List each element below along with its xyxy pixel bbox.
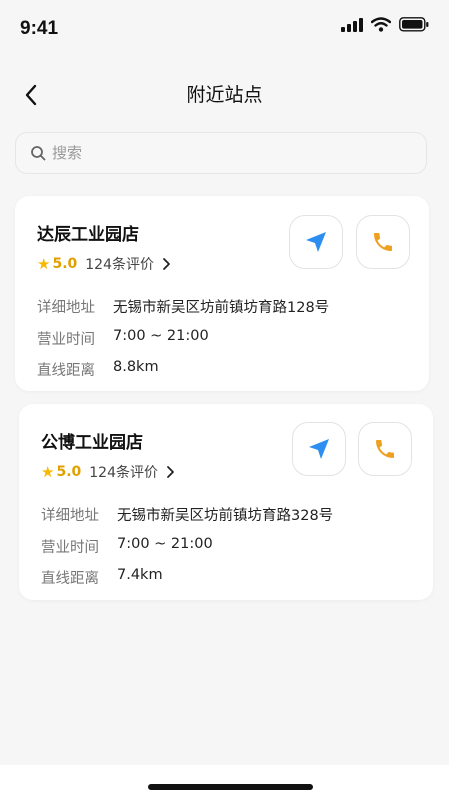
store-card[interactable]: 达辰工业园店 ★ 5.0 124条评价 详细地址 无锡市新吴区坊前镇坊育路128… [15, 196, 429, 391]
signal-icon [341, 17, 363, 32]
battery-icon [399, 17, 429, 32]
chevron-right-icon [167, 466, 174, 478]
distance-value: 8.8km [113, 359, 159, 375]
status-bar: 9:41 [0, 0, 449, 56]
address-value: 无锡市新吴区坊前镇坊育路128号 [113, 300, 330, 316]
hours-label: 营业时间 [41, 540, 99, 556]
star-icon: ★ [41, 463, 55, 481]
store-name: 达辰工业园店 [37, 225, 139, 245]
search-icon [31, 146, 46, 161]
navigate-button[interactable] [292, 422, 346, 476]
store-name: 公博工业园店 [41, 433, 143, 453]
address-row: 详细地址 无锡市新吴区坊前镇坊育路128号 [37, 296, 329, 317]
address-label: 详细地址 [41, 508, 99, 524]
address-row: 详细地址 无锡市新吴区坊前镇坊育路328号 [41, 504, 333, 525]
store-card[interactable]: 公博工业园店 ★ 5.0 124条评价 详细地址 无锡市新吴区坊前镇坊育路328… [19, 404, 433, 600]
chevron-left-icon [25, 84, 37, 106]
distance-row: 直线距离 7.4km [41, 567, 163, 588]
phone-icon [376, 440, 394, 458]
rating-score: 5.0 [52, 256, 78, 272]
phone-icon [374, 233, 392, 251]
search-bar[interactable] [15, 132, 427, 174]
wifi-icon [371, 17, 391, 32]
call-button[interactable] [356, 215, 410, 269]
distance-label: 直线距离 [41, 571, 99, 587]
search-input[interactable] [52, 144, 392, 162]
rating-link[interactable]: ★ 5.0 124条评价 [41, 462, 175, 482]
hours-row: 营业时间 7:00 ~ 21:00 [41, 536, 213, 557]
star-icon: ★ [37, 255, 51, 273]
distance-label: 直线距离 [37, 363, 95, 379]
hours-value: 7:00 ~ 21:00 [113, 328, 209, 344]
review-count: 124条评价 [85, 257, 154, 273]
navigation-arrow-icon [306, 232, 326, 252]
address-label: 详细地址 [37, 300, 95, 316]
hours-row: 营业时间 7:00 ~ 21:00 [37, 328, 209, 349]
screen: 9:41 附近站点 搜索 达辰工业园店 ★ 5.0 124条评价 详细地址 无锡… [0, 0, 449, 800]
hours-value: 7:00 ~ 21:00 [117, 536, 213, 552]
status-time: 9:41 [20, 18, 59, 39]
review-count: 124条评价 [89, 465, 158, 481]
chevron-right-icon [163, 258, 170, 270]
page-title: 附近站点 [186, 84, 263, 106]
status-icons [341, 17, 429, 32]
hours-label: 营业时间 [37, 332, 95, 348]
distance-value: 7.4km [117, 567, 163, 583]
back-button[interactable] [16, 80, 46, 110]
rating-score: 5.0 [56, 464, 82, 480]
address-value: 无锡市新吴区坊前镇坊育路328号 [117, 508, 334, 524]
navigate-button[interactable] [289, 215, 343, 269]
home-indicator[interactable] [148, 784, 313, 790]
bottom-safe-area [0, 765, 449, 800]
navigation-arrow-icon [309, 439, 329, 459]
call-button[interactable] [358, 422, 412, 476]
distance-row: 直线距离 8.8km [37, 359, 159, 380]
rating-link[interactable]: ★ 5.0 124条评价 [37, 254, 171, 274]
